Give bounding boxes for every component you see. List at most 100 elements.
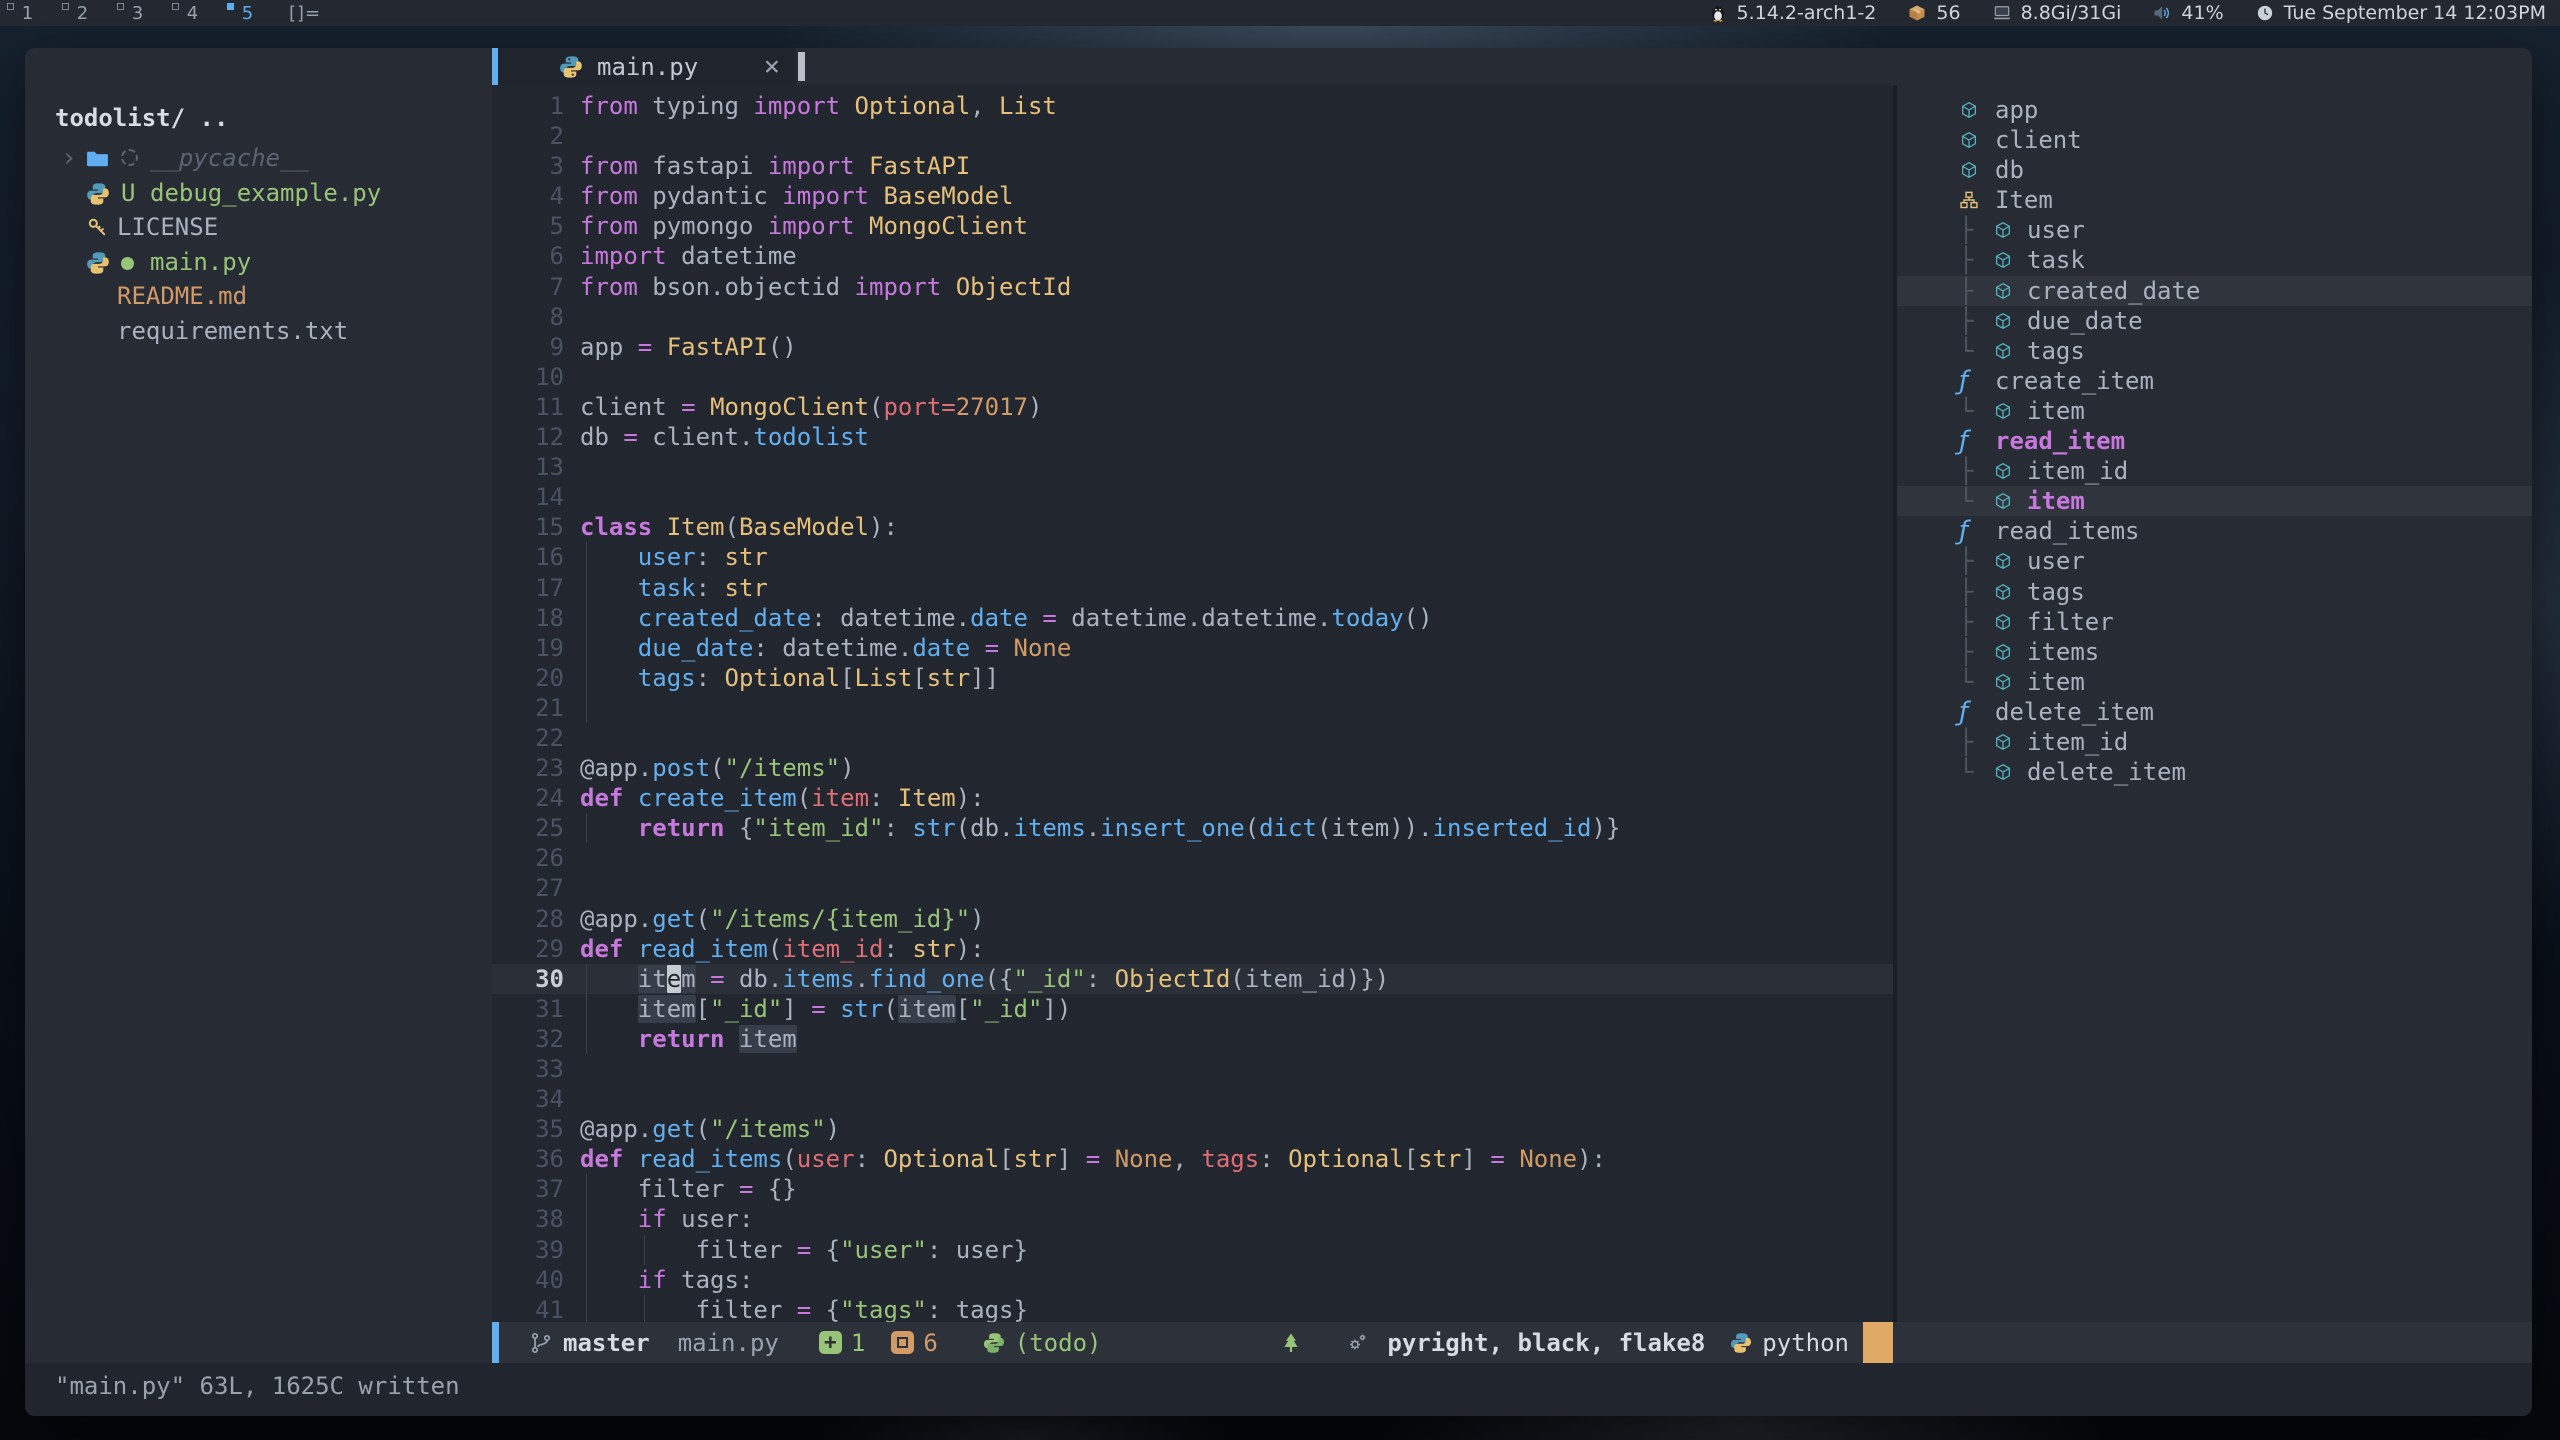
file-tree-item-license[interactable]: LICENSE xyxy=(25,210,492,245)
outline-item-item[interactable]: └item xyxy=(1897,396,2532,426)
code-line-39[interactable]: 39 filter = {"user": user} xyxy=(492,1235,1893,1265)
outline-item-item-id[interactable]: ├item_id xyxy=(1897,727,2532,757)
code-text: @app.get("/items/{item_id}") xyxy=(580,904,985,934)
file-tree-item--pycache-[interactable]: › __pycache__ xyxy=(25,141,492,176)
field-cube-icon xyxy=(1993,762,2013,782)
code-line-3[interactable]: 3from fastapi import FastAPI xyxy=(492,151,1893,181)
code-text: @app.get("/items") xyxy=(580,1114,840,1144)
outline-item-user[interactable]: ├user xyxy=(1897,215,2532,245)
code-line-12[interactable]: 12db = client.todolist xyxy=(492,422,1893,452)
outline-item-create-item[interactable]: ƒcreate_item xyxy=(1897,366,2532,396)
code-editor[interactable]: 1from typing import Optional, List23from… xyxy=(492,85,1893,1322)
code-line-15[interactable]: 15class Item(BaseModel): xyxy=(492,512,1893,542)
outline-item-db[interactable]: db xyxy=(1897,155,2532,185)
code-line-14[interactable]: 14 xyxy=(492,482,1893,512)
layout-indicator: []= xyxy=(289,3,321,24)
code-line-35[interactable]: 35@app.get("/items") xyxy=(492,1114,1893,1144)
code-line-5[interactable]: 5from pymongo import MongoClient xyxy=(492,211,1893,241)
symbol-name: db xyxy=(1995,155,2024,185)
code-line-10[interactable]: 10 xyxy=(492,362,1893,392)
outline-item-task[interactable]: ├task xyxy=(1897,245,2532,275)
code-line-17[interactable]: 17 task: str xyxy=(492,573,1893,603)
outline-item-due-date[interactable]: ├due_date xyxy=(1897,306,2532,336)
code-line-22[interactable]: 22 xyxy=(492,723,1893,753)
code-line-8[interactable]: 8 xyxy=(492,302,1893,332)
chevron-right-icon: › xyxy=(61,141,77,176)
outline-item-item-id[interactable]: ├ item_id xyxy=(1897,456,2532,486)
code-line-33[interactable]: 33 xyxy=(492,1054,1893,1084)
file-tree-item-main-py[interactable]: main.py xyxy=(25,245,492,280)
field-cube-icon xyxy=(1993,491,2013,511)
symbol-name: item_id xyxy=(2027,456,2128,486)
outline-item-user[interactable]: ├user xyxy=(1897,546,2532,576)
tab-main-py[interactable]: main.py × xyxy=(498,48,796,85)
outline-item-tags[interactable]: ├tags xyxy=(1897,577,2532,607)
outline-item-app[interactable]: app xyxy=(1897,95,2532,125)
code-line-20[interactable]: 20 tags: Optional[List[str]] xyxy=(492,663,1893,693)
field-cube-icon xyxy=(1993,582,2013,602)
code-line-28[interactable]: 28@app.get("/items/{item_id}") xyxy=(492,904,1893,934)
workspace-button-5[interactable]: 5 xyxy=(220,0,275,26)
code-line-32[interactable]: 32 return item xyxy=(492,1024,1893,1054)
outline-item-item[interactable]: └item xyxy=(1897,486,2532,516)
code-line-24[interactable]: 24def create_item(item: Item): xyxy=(492,783,1893,813)
outline-item-client[interactable]: client xyxy=(1897,125,2532,155)
code-line-31[interactable]: 31 item["_id"] = str(item["_id"]) xyxy=(492,994,1893,1024)
code-line-29[interactable]: 29def read_item(item_id: str): xyxy=(492,934,1893,964)
code-line-19[interactable]: 19 due_date: datetime.date = None xyxy=(492,633,1893,663)
outline-item-filter[interactable]: ├filter xyxy=(1897,607,2532,637)
code-text: from pymongo import MongoClient xyxy=(580,211,1028,241)
code-line-23[interactable]: 23@app.post("/items") xyxy=(492,753,1893,783)
outline-item-delete-item[interactable]: ƒdelete_item xyxy=(1897,697,2532,727)
code-line-2[interactable]: 2 xyxy=(492,121,1893,151)
file-tree-item-readme-md[interactable]: README.md xyxy=(25,279,492,314)
code-line-7[interactable]: 7from bson.objectid import ObjectId xyxy=(492,272,1893,302)
code-line-26[interactable]: 26 xyxy=(492,843,1893,873)
symbol-name: create_item xyxy=(1995,366,2154,396)
code-line-16[interactable]: 16 user: str xyxy=(492,542,1893,572)
outline-item-read-item[interactable]: ƒread_item xyxy=(1897,426,2532,456)
file-tree-root[interactable]: todolist/ .. xyxy=(25,99,492,141)
outline-item-tags[interactable]: └tags xyxy=(1897,336,2532,366)
code-line-37[interactable]: 37 filter = {} xyxy=(492,1174,1893,1204)
code-line-30[interactable]: 30 item = db.items.find_one({"_id": Obje… xyxy=(492,964,1893,994)
code-line-1[interactable]: 1from typing import Optional, List xyxy=(492,91,1893,121)
code-line-40[interactable]: 40 if tags: xyxy=(492,1265,1893,1295)
file-tree-item-debug-example-py[interactable]: Udebug_example.py xyxy=(25,176,492,211)
code-line-36[interactable]: 36def read_items(user: Optional[str] = N… xyxy=(492,1144,1893,1174)
close-icon[interactable]: × xyxy=(764,53,780,80)
code-line-41[interactable]: 41 filter = {"tags": tags} xyxy=(492,1295,1893,1322)
code-line-27[interactable]: 27 xyxy=(492,873,1893,903)
line-number: 23 xyxy=(492,753,564,783)
outline-item-items[interactable]: ├items xyxy=(1897,637,2532,667)
file-tree-item-requirements-txt[interactable]: requirements.txt xyxy=(25,314,492,349)
file-name: __pycache__ xyxy=(150,141,309,176)
outline-item-delete-item[interactable]: └delete_item xyxy=(1897,757,2532,787)
workspace-button-3[interactable]: 3 xyxy=(110,0,165,26)
symbol-name: created_date xyxy=(2027,276,2200,306)
outline-item-read-items[interactable]: ƒread_items xyxy=(1897,516,2532,546)
code-line-4[interactable]: 4from pydantic import BaseModel xyxy=(492,181,1893,211)
file-name: debug_example.py xyxy=(150,176,381,211)
code-line-13[interactable]: 13 xyxy=(492,452,1893,482)
code-text: from typing import Optional, List xyxy=(580,91,1057,121)
workspace-button-2[interactable]: 2 xyxy=(55,0,110,26)
symbol-name: task xyxy=(2027,245,2085,275)
package-updates-count: 56 xyxy=(1936,2,1960,24)
field-cube-icon xyxy=(1993,732,2013,752)
tree-connector: ├ xyxy=(1959,456,1973,486)
code-line-34[interactable]: 34 xyxy=(492,1084,1893,1114)
workspace-button-1[interactable]: 1 xyxy=(0,0,55,26)
workspace-button-4[interactable]: 4 xyxy=(165,0,220,26)
code-line-21[interactable]: 21 xyxy=(492,693,1893,723)
code-line-9[interactable]: 9app = FastAPI() xyxy=(492,332,1893,362)
outline-item-item[interactable]: Item xyxy=(1897,185,2532,215)
code-line-38[interactable]: 38 if user: xyxy=(492,1204,1893,1234)
line-number: 13 xyxy=(492,452,564,482)
outline-item-item[interactable]: └item xyxy=(1897,667,2532,697)
code-line-6[interactable]: 6import datetime xyxy=(492,241,1893,271)
code-line-18[interactable]: 18 created_date: datetime.date = datetim… xyxy=(492,603,1893,633)
code-line-11[interactable]: 11client = MongoClient(port=27017) xyxy=(492,392,1893,422)
outline-item-created-date[interactable]: ├created_date xyxy=(1897,276,2532,306)
code-line-25[interactable]: 25 return {"item_id": str(db.items.inser… xyxy=(492,813,1893,843)
